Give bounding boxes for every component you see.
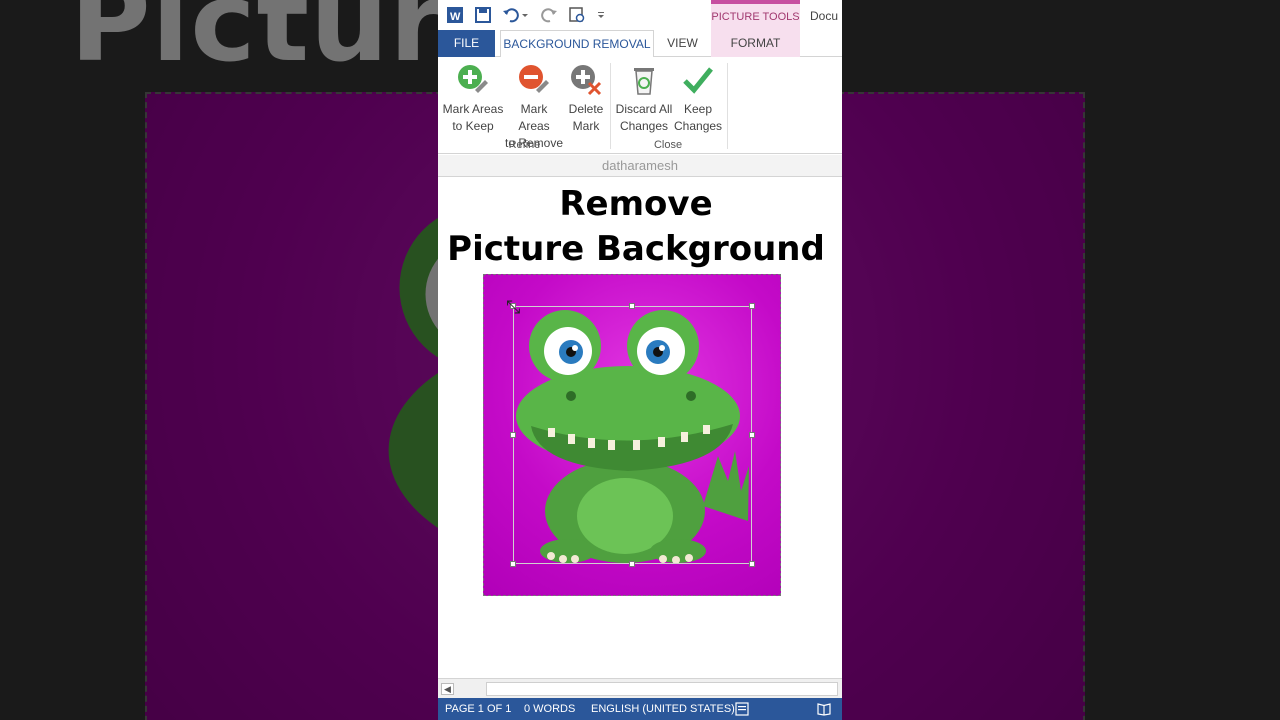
redo-icon[interactable] <box>540 6 558 24</box>
mark-areas-to-keep-button[interactable]: Mark Areas to Keep <box>442 61 504 141</box>
author-watermark: datharamesh <box>438 155 842 177</box>
keep-region-selection[interactable] <box>513 306 752 564</box>
ribbon: Mark Areas to Keep Mark Areas to Remove … <box>438 57 842 154</box>
status-language[interactable]: ENGLISH (UNITED STATES) <box>591 698 735 720</box>
ribbon-separator <box>610 63 611 149</box>
word-icon[interactable]: W <box>446 6 464 24</box>
tab-file[interactable]: FILE <box>438 30 495 57</box>
discard-all-changes-button[interactable]: Discard All Changes <box>614 61 674 141</box>
scroll-left-icon[interactable]: ◀ <box>441 683 454 695</box>
picture-tools-context-label: PICTURE TOOLS <box>711 0 800 30</box>
heading-line-1: Remove <box>559 184 713 224</box>
delete-mark-icon <box>571 65 602 96</box>
selection-handle[interactable] <box>510 432 516 438</box>
read-mode-icon[interactable] <box>817 702 831 716</box>
horizontal-scrollbar[interactable]: ◀ <box>438 678 842 698</box>
discard-label-2: Changes <box>619 119 669 133</box>
keep-label-2: Changes <box>674 119 723 133</box>
tab-view[interactable]: VIEW <box>660 30 705 57</box>
macro-record-icon[interactable] <box>735 702 749 716</box>
keep-changes-button[interactable]: Keep Changes <box>674 61 722 141</box>
tab-background-removal[interactable]: BACKGROUND REMOVAL <box>500 30 654 58</box>
group-close-label: Close <box>653 139 683 151</box>
print-preview-icon[interactable] <box>568 6 586 24</box>
ribbon-separator-2 <box>727 63 728 149</box>
delete-mark-label-2: Mark <box>572 119 600 133</box>
tab-format[interactable]: FORMAT <box>711 30 800 57</box>
selection-handle[interactable] <box>749 561 755 567</box>
status-bar: PAGE 1 OF 1 0 WORDS ENGLISH (UNITED STAT… <box>438 698 842 720</box>
selection-handle[interactable] <box>749 432 755 438</box>
heading-line-2: Picture Background <box>447 229 825 269</box>
mark-keep-label-1: Mark Areas <box>442 102 504 116</box>
checkmark-icon <box>683 67 713 94</box>
word-window: W PICTURE TOOLS Docu FILE BACKGROUND REM… <box>438 0 842 720</box>
crocodile-picture[interactable]: ⤡ <box>483 274 781 596</box>
selection-handle[interactable] <box>629 561 635 567</box>
recycle-bin-icon <box>634 68 654 95</box>
save-icon[interactable] <box>474 6 492 24</box>
selection-handle[interactable] <box>510 561 516 567</box>
selection-handle[interactable] <box>749 303 755 309</box>
keep-label-1: Keep <box>683 102 713 116</box>
document-page[interactable]: Remove Picture Background ⤡ <box>438 178 842 678</box>
minus-pencil-icon <box>519 65 549 93</box>
mark-areas-to-remove-button[interactable]: Mark Areas to Remove <box>504 61 564 150</box>
delete-mark-label-1: Delete <box>568 102 604 116</box>
status-page[interactable]: PAGE 1 OF 1 <box>445 698 511 720</box>
mark-keep-label-2: to Keep <box>452 119 494 133</box>
svg-text:W: W <box>450 11 461 23</box>
customize-icon[interactable] <box>596 6 606 24</box>
undo-icon[interactable] <box>502 6 520 24</box>
resize-cursor-icon: ⤡ <box>506 297 521 317</box>
group-refine-label: Refine <box>508 139 541 151</box>
undo-dropdown-icon[interactable] <box>520 6 530 24</box>
discard-label-1: Discard All <box>615 102 673 116</box>
mark-remove-label-1: Mark Areas <box>518 102 550 133</box>
document-title: Docu <box>810 9 839 23</box>
delete-mark-button[interactable]: Delete Mark <box>565 61 607 141</box>
ribbon-tabs: FILE BACKGROUND REMOVAL VIEW FORMAT <box>438 30 842 58</box>
selection-handle[interactable] <box>629 303 635 309</box>
scrollbar-thumb[interactable] <box>486 682 838 696</box>
status-words[interactable]: 0 WORDS <box>524 698 575 720</box>
document-heading: Remove Picture Background <box>438 182 834 272</box>
plus-pencil-icon <box>458 65 488 93</box>
